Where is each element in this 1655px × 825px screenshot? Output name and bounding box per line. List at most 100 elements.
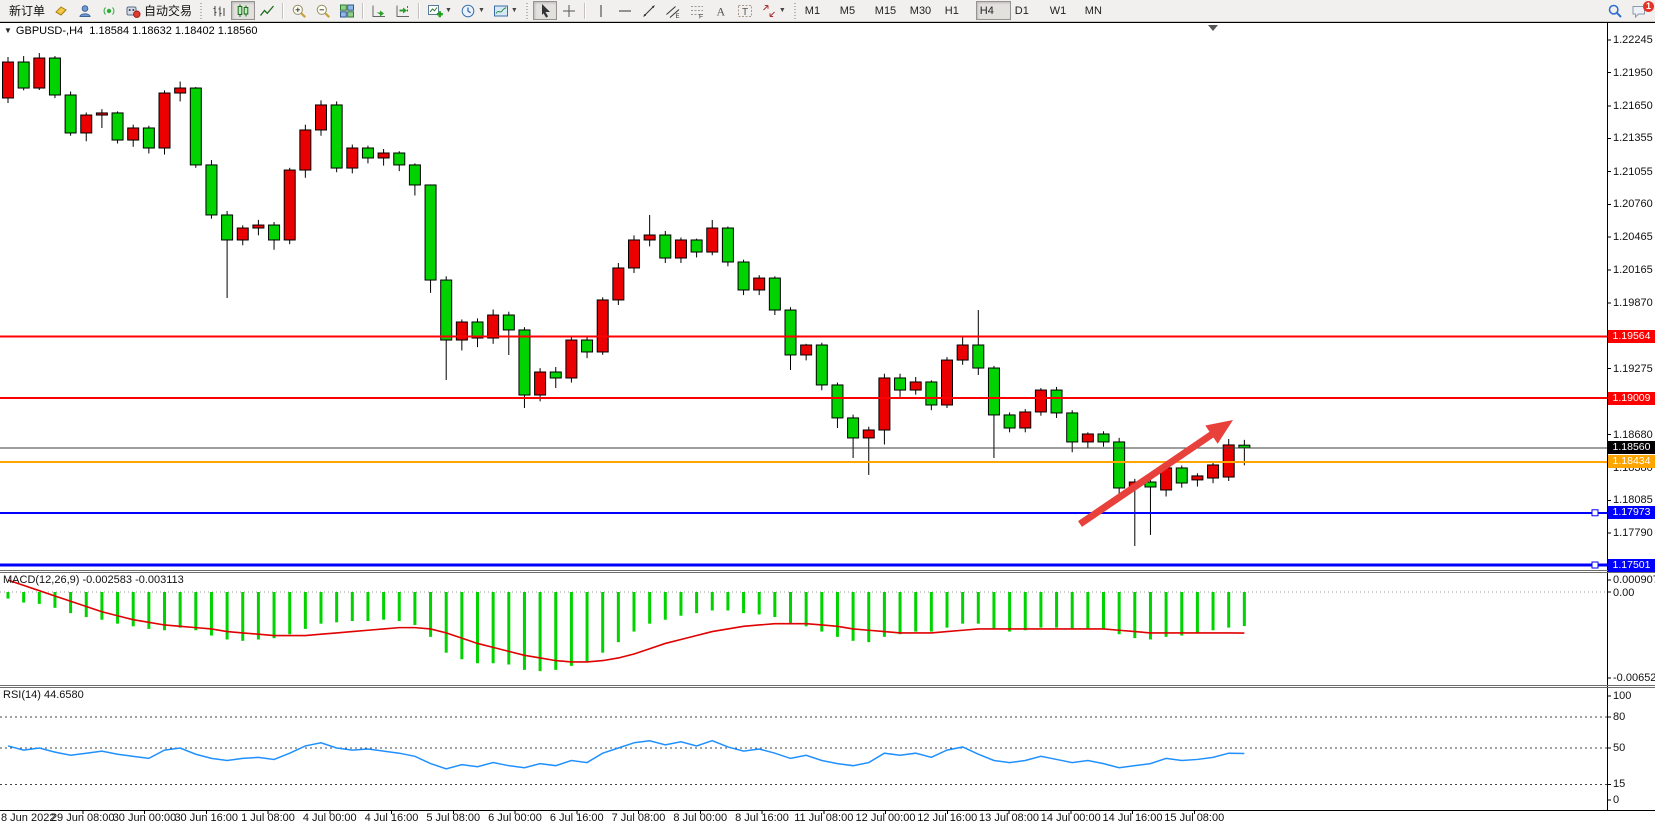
price-tick-label: 1.17790 (1613, 527, 1653, 539)
price-tick-label: 1.21950 (1613, 67, 1653, 79)
chevron-down-icon[interactable]: ▼ (445, 7, 452, 14)
price-tick-label: 1.19870 (1613, 297, 1653, 309)
candlestick-button[interactable] (231, 1, 255, 20)
date-label: 11 Jul 08:00 (794, 812, 853, 824)
search-button[interactable] (1603, 1, 1627, 20)
candle-body (550, 372, 561, 378)
date-label: 1 Jul 08:00 (241, 812, 295, 824)
chevron-down-icon[interactable]: ▼ (779, 7, 786, 14)
cursor-button[interactable] (533, 1, 557, 20)
timeframe-m15[interactable]: M15 (871, 1, 906, 20)
price-tick-label: 1.20760 (1613, 198, 1653, 210)
periods-button[interactable]: ▼ (456, 1, 489, 20)
trendline-button[interactable] (637, 1, 661, 20)
tile-windows-button[interactable] (335, 1, 359, 20)
svg-text:A: A (716, 4, 725, 18)
candle-body (1067, 413, 1078, 442)
new-order-button[interactable]: 新订单 (2, 1, 49, 20)
timeframe-d1-label: D1 (1015, 5, 1042, 17)
timeframe-w1[interactable]: W1 (1046, 1, 1081, 20)
candle-body (159, 93, 170, 148)
date-label: 6 Jul 00:00 (488, 812, 542, 824)
candle-body (613, 268, 624, 300)
candle-body (347, 148, 358, 168)
fibonacci-icon: F (689, 3, 705, 19)
one-click-trading-toggle[interactable]: ▼ (4, 26, 12, 35)
date-label: 4 Jul 00:00 (303, 812, 357, 824)
candle-body (18, 62, 29, 88)
timeframe-h1[interactable]: H1 (941, 1, 976, 20)
vertical-line-button[interactable] (589, 1, 613, 20)
candle-body (1176, 468, 1187, 483)
support-line-upper-handle[interactable] (1592, 510, 1598, 516)
candle-body (988, 368, 999, 415)
candle-body (644, 235, 655, 240)
candle-body (472, 322, 483, 338)
chevron-down-icon[interactable]: ▼ (478, 7, 485, 14)
candle-body (362, 148, 373, 158)
new-chart-button[interactable]: ▼ (423, 1, 456, 20)
candle-body (738, 262, 749, 290)
macd-indicator-label: MACD(12,26,9) -0.002583 -0.003113 (3, 574, 184, 586)
toolbar-separator (282, 3, 284, 19)
timeframe-m1[interactable]: M1 (801, 1, 836, 20)
market-watch-icon (77, 3, 93, 19)
timeframe-h4[interactable]: H4 (976, 1, 1011, 20)
chat-button[interactable]: 1 (1627, 1, 1651, 20)
chart-shift-button[interactable] (391, 1, 415, 20)
chart-canvas[interactable] (0, 0, 1655, 825)
macd-signal-line (8, 580, 1244, 662)
candle-body (597, 300, 608, 352)
candle-body (409, 165, 420, 185)
toolbar-separator (362, 3, 364, 19)
equidistant-channel-icon: E (665, 3, 681, 19)
arrows-button[interactable]: ▼ (757, 1, 790, 20)
market-watch-button[interactable] (73, 1, 97, 20)
timeframe-m5[interactable]: M5 (836, 1, 871, 20)
fibonacci-button[interactable]: F (685, 1, 709, 20)
terminal-button[interactable] (49, 1, 73, 20)
date-label: 14 Jul 16:00 (1103, 812, 1163, 824)
templates-button[interactable]: ▼ (489, 1, 522, 20)
candle-body (143, 128, 154, 148)
timeframe-m30[interactable]: M30 (906, 1, 941, 20)
text-label-button[interactable]: T (733, 1, 757, 20)
timeframe-d1[interactable]: D1 (1011, 1, 1046, 20)
chevron-down-icon[interactable]: ▼ (511, 7, 518, 14)
auto-scroll-button[interactable] (367, 1, 391, 20)
signals-button[interactable] (97, 1, 121, 20)
zoom-in-icon (291, 3, 307, 19)
candle-body (81, 115, 92, 133)
date-label: 29 Jun 08:00 (51, 812, 115, 824)
horizontal-line-button[interactable] (613, 1, 637, 20)
zoom-out-button[interactable] (311, 1, 335, 20)
text-button[interactable]: A (709, 1, 733, 20)
candle-body (801, 345, 812, 355)
candle-body (519, 330, 530, 395)
candle-body (1082, 434, 1093, 442)
candle-body (316, 105, 327, 130)
candle-body (566, 340, 577, 378)
candle-body (832, 385, 843, 418)
equidistant-channel-button[interactable]: E (661, 1, 685, 20)
candle-body (691, 240, 702, 252)
candle-body (1004, 415, 1015, 428)
candle-body (284, 170, 295, 240)
candle-body (331, 105, 342, 168)
bar-chart-button[interactable] (207, 1, 231, 20)
tile-windows-icon (339, 3, 355, 19)
autotrading-button[interactable]: 自动交易 (121, 1, 196, 20)
support-line-lower-handle[interactable] (1592, 562, 1598, 568)
crosshair-button[interactable] (557, 1, 581, 20)
rsi-tick-label: 50 (1613, 742, 1625, 754)
date-label: 30 Jun 16:00 (174, 812, 238, 824)
zoom-in-button[interactable] (287, 1, 311, 20)
price-tick-label: 1.21355 (1613, 132, 1653, 144)
line-chart-button[interactable] (255, 1, 279, 20)
candle-body (237, 228, 248, 240)
timeframe-mn[interactable]: MN (1081, 1, 1116, 20)
toolbar-grip (525, 3, 530, 19)
chart-shift-marker[interactable] (1208, 25, 1218, 31)
candle-body (769, 278, 780, 310)
candle-body (96, 113, 107, 115)
